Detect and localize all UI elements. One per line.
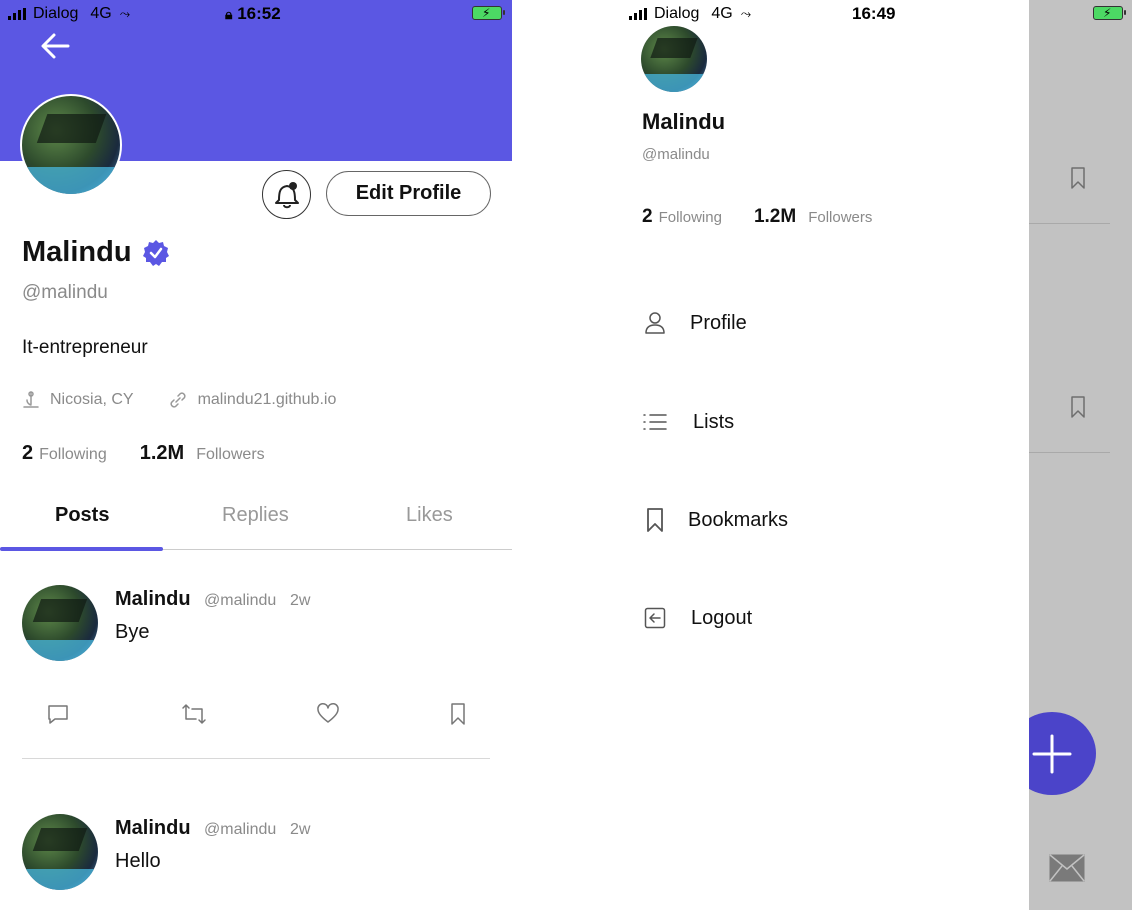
battery-icon: ⚡︎ [472,6,505,20]
post-author-name: Malindu [115,588,191,610]
post-avatar[interactable] [22,814,98,890]
list-icon [642,409,668,435]
link-icon [170,392,186,408]
following-label[interactable]: Following [659,209,722,226]
status-bar: Dialog 4G ⤳ 🔒︎ 16:52 ⚡︎ [0,0,512,28]
profile-screen: Dialog 4G ⤳ 🔒︎ 16:52 ⚡︎ Edit Profile Mal… [0,0,512,910]
call-forward-icon: ⤳ [119,6,131,21]
menu-item-lists[interactable]: Lists [642,409,734,435]
battery-icon: ⚡︎ [1093,6,1126,20]
post-author-name: Malindu [115,817,191,839]
tab-replies[interactable]: Replies [222,504,289,527]
post-item[interactable]: Malindu @malindu 2w Bye [0,585,512,675]
followers-count[interactable]: 1.2M [140,442,184,465]
profile-handle: @malindu [22,282,108,303]
post-actions [0,702,512,732]
post-divider [1029,452,1110,453]
like-heart-icon[interactable] [316,702,340,726]
post-divider [1029,223,1110,224]
active-tab-indicator [0,547,163,551]
drawer-handle: @malindu [642,146,710,163]
status-time: 🔒︎ 16:52 [225,4,281,24]
compose-fab-button[interactable] [1029,712,1096,795]
carrier-name: Dialog [654,5,700,22]
plus-icon [1032,734,1072,773]
profile-avatar[interactable] [20,94,122,196]
post-author-handle: @malindu [204,592,277,609]
menu-item-logout[interactable]: Logout [642,605,752,631]
lock-icon: 🔒︎ [225,6,233,22]
bell-icon [274,181,299,208]
followers-label[interactable]: Followers [196,446,264,464]
tab-likes[interactable]: Likes [406,504,453,527]
profile-name-row: Malindu [22,236,170,269]
network-type: 4G [90,5,112,22]
status-bar: Dialog 4G ⤳ 16:49 ⚡︎ [512,0,1132,28]
comment-icon[interactable] [46,702,70,726]
menu-label: Logout [691,606,753,629]
network-type: 4G [711,5,733,22]
location-text: Nicosia, CY [50,391,134,408]
tab-posts[interactable]: Posts [55,504,109,527]
post-avatar[interactable] [22,585,98,661]
profile-meta: Nicosia, CY malindu21.github.io [22,390,336,410]
carrier-info: Dialog 4G ⤳ [629,5,751,23]
menu-item-profile[interactable]: Profile [642,310,747,336]
signal-icon [629,8,647,20]
follow-stats: 2 Following 1.2M Followers [22,442,265,465]
profile-tabs: Posts Replies Likes [0,490,512,550]
location-pin-icon [23,391,39,408]
website-text[interactable]: malindu21.github.io [198,391,337,409]
bookmark-icon [1071,396,1085,418]
menu-label: Profile [690,311,747,334]
clock-text: 16:52 [237,4,281,23]
carrier-name: Dialog [33,5,79,22]
verified-badge-icon [142,239,169,266]
post-item[interactable]: Malindu @malindu 2w Hello [0,814,512,904]
bookmark-icon[interactable] [450,702,466,726]
person-icon [642,310,668,336]
post-age: 2w [290,821,311,838]
menu-label: Lists [693,410,735,433]
edit-profile-button[interactable]: Edit Profile [326,171,491,216]
post-divider [22,758,490,759]
post-text: Bye [115,621,150,643]
compose-fab-clip [1029,700,1132,810]
bookmark-icon [642,507,668,533]
back-arrow-icon[interactable] [38,30,74,62]
following-label[interactable]: Following [39,446,107,464]
followers-count[interactable]: 1.2M [754,206,796,228]
profile-bio: It-entrepreneur [22,337,148,358]
logout-icon [642,605,668,631]
following-count[interactable]: 2 [22,442,33,465]
following-count[interactable]: 2 [642,206,653,228]
side-drawer: Malindu @malindu 2 Following 1.2M Follow… [512,0,1029,910]
post-author-handle: @malindu [204,821,277,838]
website[interactable]: malindu21.github.io [168,390,337,410]
drawer-name: Malindu [642,109,726,134]
call-forward-icon: ⤳ [740,6,752,21]
signal-icon [8,8,26,20]
followers-label[interactable]: Followers [808,209,872,226]
notification-bell-button[interactable] [262,170,311,219]
post-age: 2w [290,592,311,609]
bookmark-icon [1071,167,1085,189]
menu-item-bookmarks[interactable]: Bookmarks [642,507,788,533]
status-time: 16:49 [852,4,896,23]
post-text: Hello [115,850,161,872]
carrier-info: Dialog 4G ⤳ [8,5,130,23]
mail-icon [1049,854,1085,882]
menu-label: Bookmarks [688,508,789,531]
drawer-avatar[interactable] [641,26,707,92]
drawer-follow-stats: 2 Following 1.2M Followers [642,206,872,228]
drawer-screen: Malindu @malindu 2 Following 1.2M Follow… [512,0,1132,910]
location: Nicosia, CY [22,390,134,410]
profile-name: Malindu [22,236,132,268]
repost-icon[interactable] [181,702,207,726]
